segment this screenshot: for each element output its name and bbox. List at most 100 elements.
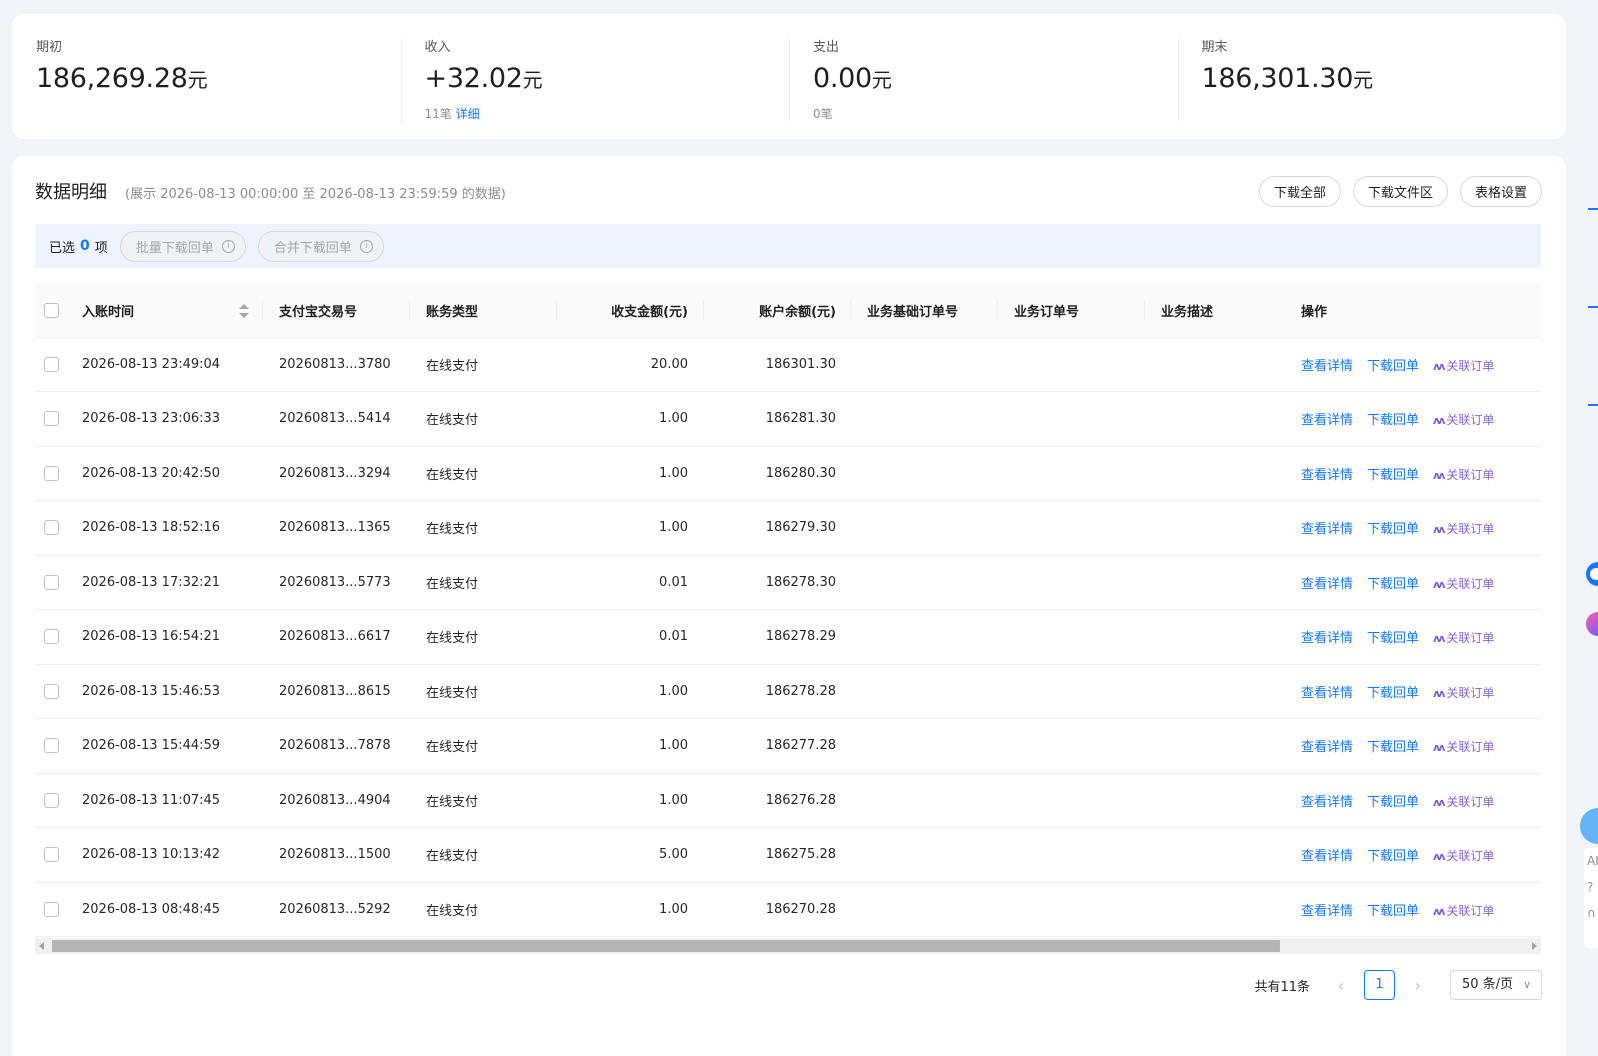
ai-sparkle-icon: ʌʌ [1433, 523, 1445, 537]
app-logo-icon[interactable] [1586, 612, 1598, 636]
row-checkbox[interactable] [43, 356, 59, 372]
view-detail-link[interactable]: 查看详情 [1301, 740, 1353, 755]
row-select-cell [35, 610, 67, 665]
cell-order [998, 610, 1145, 665]
cell-time: 2026-08-13 17:32:21 [82, 574, 221, 590]
cell-order [998, 555, 1145, 610]
cell-order [998, 501, 1145, 556]
view-detail-link[interactable]: 查看详情 [1301, 522, 1353, 537]
view-detail-link[interactable]: 查看详情 [1301, 686, 1353, 701]
view-detail-link[interactable]: 查看详情 [1301, 468, 1353, 483]
row-checkbox[interactable] [43, 411, 59, 427]
side-marker [1588, 404, 1598, 406]
download-receipt-link[interactable]: 下载回单 [1367, 740, 1419, 755]
cell-balance: 186281.30 [765, 411, 836, 427]
link-order-link[interactable]: ʌʌ 关联订单 [1433, 631, 1494, 645]
table-row: 2026-08-13 23:06:33 20260813...5414 在线支付 1.… [35, 392, 1541, 446]
view-detail-link[interactable]: 查看详情 [1301, 577, 1353, 592]
row-checkbox[interactable] [43, 847, 59, 863]
summary-unit: 元 [1353, 68, 1373, 92]
header-base-order: 业务基础订单号 [851, 284, 998, 338]
cell-balance: 186275.28 [765, 847, 836, 863]
row-checkbox[interactable] [43, 465, 59, 481]
chevron-left-icon[interactable]: ‹ [1332, 976, 1350, 995]
customer-service-icon[interactable]: ∩ [1587, 906, 1598, 920]
cell-desc [1145, 555, 1285, 610]
link-order-link[interactable]: ʌʌ 关联订单 [1433, 577, 1494, 591]
cell-base-order [851, 664, 998, 719]
chevron-right-icon[interactable]: › [1409, 976, 1427, 995]
view-detail-link[interactable]: 查看详情 [1301, 849, 1353, 864]
download-receipt-link[interactable]: 下载回单 [1367, 795, 1419, 810]
cell-amount: 1.00 [659, 520, 688, 536]
download-receipt-link[interactable]: 下载回单 [1367, 577, 1419, 592]
header-amount: 收支金额(元) [557, 284, 704, 338]
horizontal-scrollbar[interactable] [35, 938, 1541, 954]
cell-order [998, 664, 1145, 719]
selected-count: 0 [80, 238, 90, 254]
row-checkbox[interactable] [43, 792, 59, 808]
link-order-link[interactable]: ʌʌ 关联订单 [1433, 359, 1494, 373]
download-receipt-link[interactable]: 下载回单 [1367, 849, 1419, 864]
income-detail-link[interactable]: 详细 [456, 107, 480, 121]
download-receipt-link[interactable]: 下载回单 [1367, 904, 1419, 919]
batch-download-button[interactable]: 批量下载回单 i [119, 230, 246, 262]
ai-sparkle-icon: ʌʌ [1433, 632, 1445, 646]
cell-time: 2026-08-13 20:42:50 [82, 465, 221, 481]
info-icon[interactable]: i [359, 239, 373, 253]
view-detail-link[interactable]: 查看详情 [1301, 359, 1353, 374]
table-row: 2026-08-13 15:44:59 20260813...7878 在线支付 1.… [35, 719, 1541, 774]
cell-base-order [851, 610, 998, 665]
select-all-checkbox[interactable] [43, 302, 59, 318]
row-checkbox[interactable] [43, 629, 59, 645]
cell-trade-no: 20260813...1500 [279, 847, 391, 863]
download-all-button[interactable]: 下载全部 [1258, 176, 1341, 207]
robot-icon[interactable] [1580, 808, 1598, 844]
link-order-link[interactable]: ʌʌ 关联订单 [1433, 468, 1494, 482]
info-icon[interactable]: i [221, 239, 235, 253]
merge-download-button[interactable]: 合并下载回单 i [257, 230, 384, 262]
row-checkbox[interactable] [43, 901, 59, 917]
download-receipt-link[interactable]: 下载回单 [1367, 686, 1419, 701]
row-checkbox[interactable] [43, 520, 59, 536]
select-all-cell [35, 284, 67, 338]
scroll-left-arrow[interactable] [39, 942, 44, 950]
link-order-link[interactable]: ʌʌ 关联订单 [1433, 795, 1494, 809]
balance-summary: 期初 186,269.28元 收入 +32.02元 11笔 详细 支出 0.00… [12, 14, 1566, 139]
view-detail-link[interactable]: 查看详情 [1301, 631, 1353, 646]
row-checkbox[interactable] [43, 574, 59, 590]
view-detail-link[interactable]: 查看详情 [1301, 413, 1353, 428]
link-order-link[interactable]: ʌʌ 关联订单 [1433, 904, 1494, 918]
download-receipt-link[interactable]: 下载回单 [1367, 631, 1419, 646]
assistant-icon[interactable] [1586, 562, 1598, 586]
help-icon[interactable]: ? [1587, 880, 1598, 894]
cell-balance: 186270.28 [765, 901, 836, 917]
link-order-link[interactable]: ʌʌ 关联订单 [1433, 849, 1494, 863]
table-settings-button[interactable]: 表格设置 [1459, 176, 1542, 207]
header-time[interactable]: 入账时间 [67, 284, 263, 338]
link-order-link[interactable]: ʌʌ 关联订单 [1433, 740, 1494, 754]
ai-label[interactable]: AI [1587, 854, 1598, 868]
row-select-cell [35, 773, 67, 828]
row-select-cell [35, 719, 67, 774]
row-checkbox[interactable] [43, 683, 59, 699]
download-files-button[interactable]: 下载文件区 [1352, 176, 1448, 207]
download-receipt-link[interactable]: 下载回单 [1367, 468, 1419, 483]
scroll-right-arrow[interactable] [1532, 942, 1537, 950]
sort-icon[interactable] [239, 304, 249, 318]
page-size-select[interactable]: 50 条/页 ∨ [1450, 970, 1542, 1000]
page-button-1[interactable]: 1 [1364, 970, 1395, 1000]
link-order-link[interactable]: ʌʌ 关联订单 [1433, 522, 1494, 536]
link-order-link[interactable]: ʌʌ 关联订单 [1433, 686, 1494, 700]
link-order-link[interactable]: ʌʌ 关联订单 [1433, 413, 1494, 427]
download-receipt-link[interactable]: 下载回单 [1367, 413, 1419, 428]
download-receipt-link[interactable]: 下载回单 [1367, 522, 1419, 537]
view-detail-link[interactable]: 查看详情 [1301, 904, 1353, 919]
table-row: 2026-08-13 17:32:21 20260813...5773 在线支付 0.… [35, 555, 1541, 610]
cell-ops: 查看详情 下载回单 ʌʌ 关联订单 [1285, 501, 1541, 556]
view-detail-link[interactable]: 查看详情 [1301, 795, 1353, 810]
download-receipt-link[interactable]: 下载回单 [1367, 359, 1419, 374]
cell-desc [1145, 882, 1285, 937]
row-checkbox[interactable] [43, 738, 59, 754]
scrollbar-thumb[interactable] [52, 940, 1280, 952]
